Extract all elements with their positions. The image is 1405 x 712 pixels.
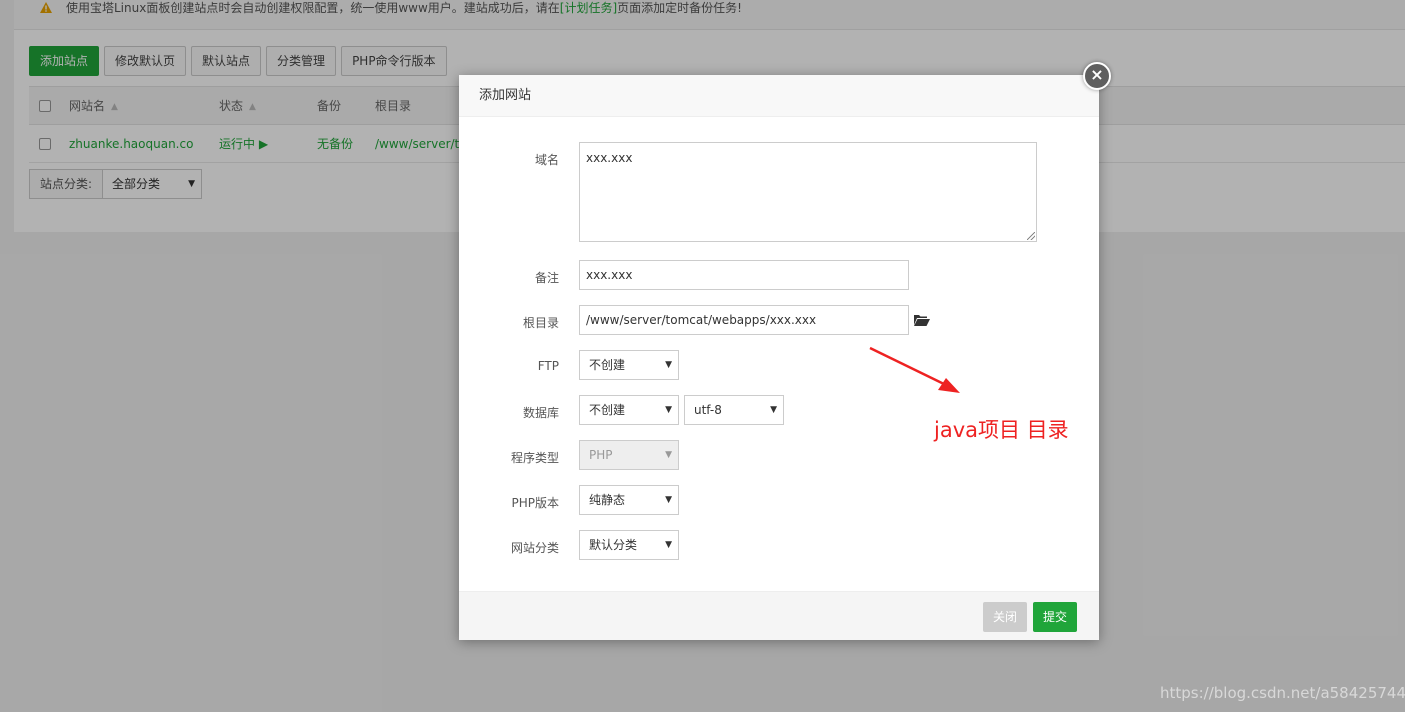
program-type-select-value: PHP <box>589 448 613 462</box>
watermark: https://blog.csdn.net/a584257442 <box>1160 684 1405 702</box>
domain-textarea[interactable]: xxx.xxx <box>579 142 1037 242</box>
database-select-value: 不创建 <box>589 403 626 417</box>
root-dir-input[interactable]: /www/server/tomcat/webapps/xxx.xxx <box>579 305 909 335</box>
db-charset-select[interactable]: utf-8 ▼ <box>684 395 784 425</box>
annotation-text: java项目 目录 <box>934 418 1069 442</box>
resize-handle-icon[interactable] <box>1027 232 1035 240</box>
dialog-footer: 关闭 提交 <box>459 591 1099 640</box>
site-category-label: 网站分类 <box>510 541 559 555</box>
program-type-label: 程序类型 <box>510 451 559 465</box>
caret-down-icon: ▼ <box>665 405 672 415</box>
php-version-label: PHP版本 <box>511 496 560 510</box>
caret-down-icon: ▼ <box>665 450 672 460</box>
php-version-select[interactable]: 纯静态 ▼ <box>579 485 679 515</box>
domain-textarea-value: xxx.xxx <box>586 151 633 165</box>
folder-open-icon[interactable] <box>914 314 930 326</box>
caret-down-icon: ▼ <box>665 360 672 370</box>
add-site-dialog: 添加网站 域名 xxx.xxx 备注 xxx.xxx 根目录 /www/serv… <box>459 75 1099 640</box>
domain-label: 域名 <box>534 153 559 167</box>
root-dir-label: 根目录 <box>522 316 559 330</box>
ftp-select[interactable]: 不创建 ▼ <box>579 350 679 380</box>
close-button[interactable]: 关闭 <box>983 602 1028 632</box>
ftp-select-value: 不创建 <box>589 358 626 372</box>
database-select[interactable]: 不创建 ▼ <box>579 395 679 425</box>
remark-label: 备注 <box>534 271 559 285</box>
caret-down-icon: ▼ <box>665 540 672 550</box>
php-version-select-value: 纯静态 <box>589 493 626 507</box>
program-type-select: PHP ▼ <box>579 440 679 470</box>
caret-down-icon: ▼ <box>665 495 672 505</box>
database-label: 数据库 <box>522 406 559 420</box>
site-category-select-value: 默认分类 <box>589 538 638 552</box>
db-charset-select-value: utf-8 <box>694 403 722 417</box>
ftp-label: FTP <box>537 359 559 373</box>
site-category-select[interactable]: 默认分类 ▼ <box>579 530 679 560</box>
caret-down-icon: ▼ <box>770 405 777 415</box>
annotation-arrow-icon <box>869 346 960 393</box>
close-icon[interactable]: × <box>1083 62 1111 90</box>
submit-button[interactable]: 提交 <box>1033 602 1078 632</box>
remark-input[interactable]: xxx.xxx <box>579 260 909 290</box>
dialog-title: 添加网站 <box>459 75 1099 117</box>
